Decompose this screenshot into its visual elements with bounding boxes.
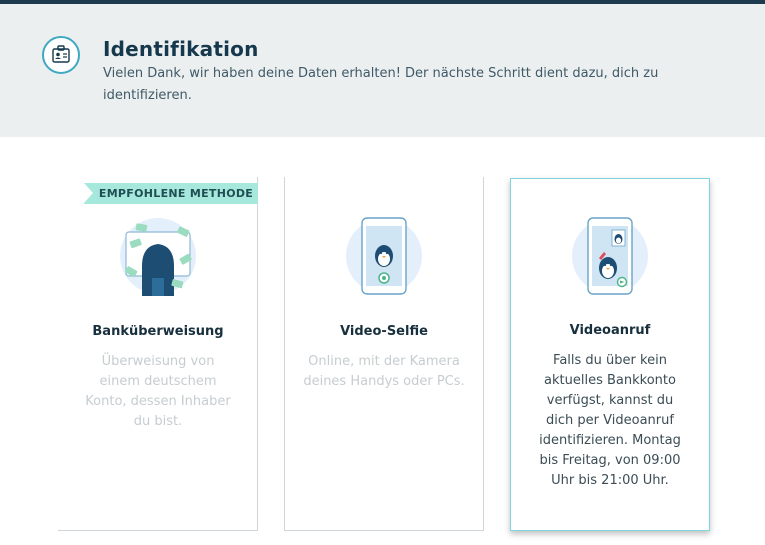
method-description-video-selfie: Online, mit der Kamera deines Handys ode… [303, 354, 465, 389]
bank-transfer-illustration [118, 216, 198, 296]
method-description-video-call: Falls du über kein aktuelles Bankkonto v… [539, 353, 681, 488]
method-title-video-call: Videoanruf [569, 323, 651, 338]
method-description-bank-transfer: Überweisung von einem deutschem Konto, d… [85, 354, 231, 429]
video-call-illustration [570, 216, 650, 296]
video-selfie-illustration [344, 216, 424, 296]
method-title-bank-transfer: Banküberweisung [92, 324, 224, 339]
identification-header: Identifikation Vielen Dank, wir haben de… [0, 4, 765, 137]
method-title-video-selfie: Video-Selfie [340, 324, 428, 339]
page-description: Vielen Dank, wir haben deine Daten erhal… [103, 66, 659, 103]
id-card-icon [42, 36, 80, 74]
page-title: Identifikation [103, 37, 259, 61]
recommended-badge: EMPFOHLENE METHODE [84, 183, 258, 204]
